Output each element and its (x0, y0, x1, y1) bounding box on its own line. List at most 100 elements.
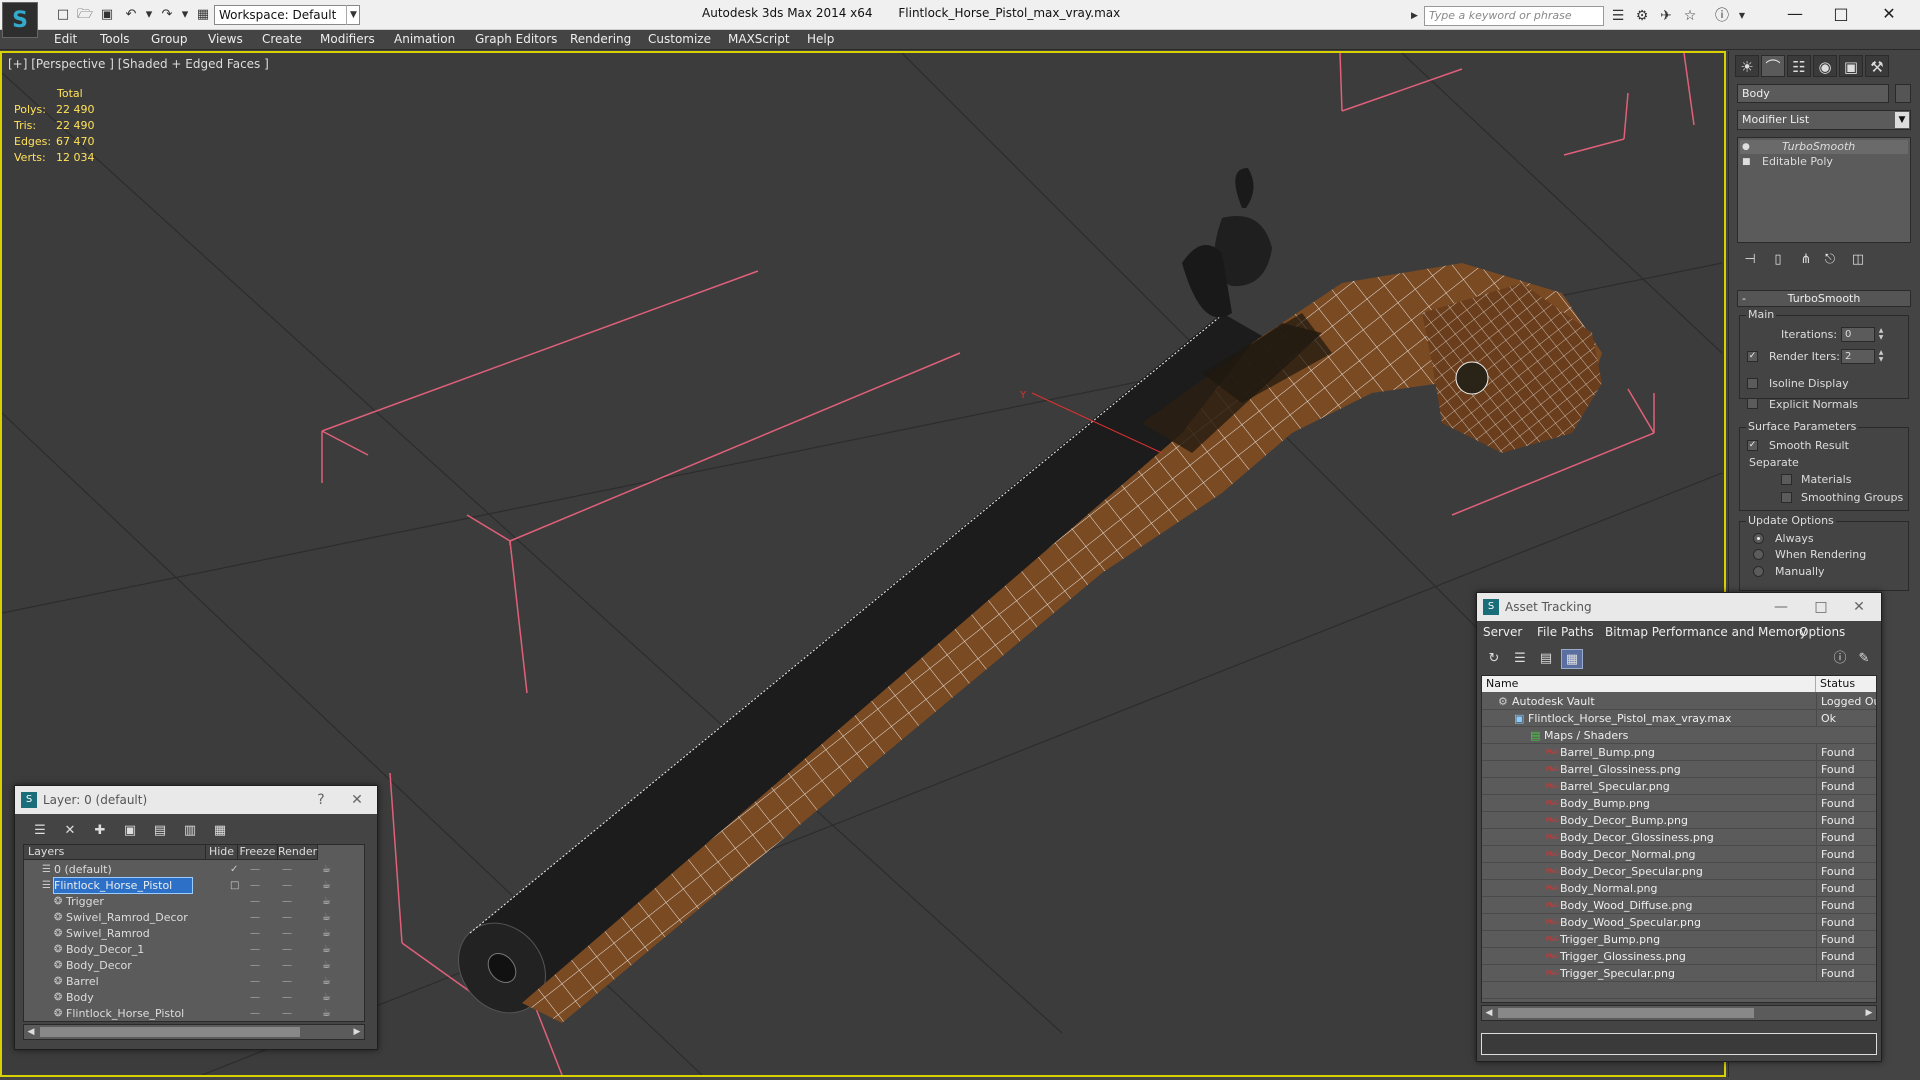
isoline-checkbox[interactable] (1747, 378, 1758, 389)
layer-row[interactable]: ❂ Body_Decor_1 — — ☕ (24, 942, 364, 958)
render-teapot-icon[interactable]: ☕ (322, 862, 331, 878)
minimize-button[interactable]: — (1763, 593, 1799, 621)
scroll-right-icon[interactable]: ▶ (1862, 1006, 1876, 1020)
spinner-arrows-icon[interactable]: ▲ ▼ (1877, 327, 1885, 342)
hide-toggle-icon[interactable]: — (250, 942, 260, 958)
render-teapot-icon[interactable]: ☕ (322, 974, 331, 990)
layer-name[interactable]: Trigger (66, 894, 108, 909)
help-icon[interactable]: ⓘ (1712, 6, 1732, 26)
menu-create[interactable]: Create (262, 32, 302, 46)
layer-row[interactable]: ☰ 0 (default) ✓ — — ☕ (24, 862, 364, 878)
scroll-thumb[interactable] (1498, 1008, 1754, 1018)
project-folder-icon[interactable]: ▦ (194, 6, 212, 24)
redo-dropdown-icon[interactable]: ▾ (176, 6, 194, 24)
scroll-right-icon[interactable]: ▶ (350, 1025, 364, 1039)
layer-row[interactable]: ❂ Barrel — — ☕ (24, 974, 364, 990)
asset-menu-bitmap[interactable]: Bitmap Performance and Memory (1605, 625, 1807, 639)
undo-dropdown-icon[interactable]: ▾ (140, 6, 158, 24)
pin-stack-icon[interactable]: ⊣ (1739, 251, 1761, 269)
layer-row[interactable]: ☰ Flintlock_Horse_Pistol □ — — ☕ (24, 877, 364, 894)
render-teapot-icon[interactable]: ☕ (322, 1006, 331, 1021)
stack-item-turbosmooth[interactable]: ● TurboSmooth (1740, 140, 1908, 154)
freeze-toggle-icon[interactable]: — (282, 910, 292, 926)
menu-graph-editors[interactable]: Graph Editors (475, 32, 557, 46)
always-radio[interactable] (1753, 533, 1764, 544)
table-view-icon[interactable]: ▦ (1561, 649, 1583, 669)
layer-name[interactable]: Barrel (66, 974, 103, 989)
layer-name[interactable]: Body_Decor_1 (66, 942, 148, 957)
expand-icon[interactable]: ■ (1742, 155, 1751, 169)
highlight-icon[interactable]: ✎ (1853, 649, 1875, 669)
select-objects-icon[interactable]: ▣ (119, 821, 141, 841)
hide-toggle-icon[interactable]: — (250, 910, 260, 926)
explicit-normals-checkbox[interactable] (1747, 398, 1758, 409)
highlight-layer-icon[interactable]: ▤ (149, 821, 171, 841)
asset-menu-paths[interactable]: Paths (1561, 625, 1594, 639)
render-teapot-icon[interactable]: ☕ (322, 990, 331, 1006)
manually-radio[interactable] (1753, 566, 1764, 577)
help-icon[interactable]: ⓘ (1829, 649, 1851, 669)
menu-maxscript[interactable]: MAXScript (728, 32, 790, 46)
modify-tab-icon[interactable]: ⌒ (1761, 55, 1785, 77)
save-file-icon[interactable]: ▣ (98, 6, 116, 24)
hide-all-layers-icon[interactable]: ▥ (179, 821, 201, 841)
render-teapot-icon[interactable]: ☕ (322, 878, 331, 894)
smoothing-groups-checkbox[interactable] (1781, 492, 1792, 503)
asset-row[interactable]: PNG Trigger_Bump.png Found (1482, 931, 1876, 948)
asset-row[interactable]: PNG Trigger_Glossiness.png Found (1482, 948, 1876, 965)
layer-row[interactable]: ❂ Flintlock_Horse_Pistol — — ☕ (24, 1006, 364, 1021)
maximize-button[interactable]: □ (1803, 593, 1839, 621)
menu-modifiers[interactable]: Modifiers (320, 32, 375, 46)
workspace-select[interactable]: Workspace: Default (214, 5, 360, 25)
scroll-left-icon[interactable]: ◀ (24, 1025, 38, 1039)
freeze-toggle-icon[interactable]: — (282, 990, 292, 1006)
layer-dialog-titlebar[interactable]: S Layer: 0 (default) ? ✕ (15, 786, 377, 814)
delete-layer-icon[interactable]: ✕ (59, 821, 81, 841)
asset-row[interactable]: PNG Body_Decor_Glossiness.png Found (1482, 829, 1876, 846)
menu-edit[interactable]: Edit (54, 32, 77, 46)
search-input[interactable]: Type a keyword or phrase (1424, 6, 1604, 26)
freeze-toggle-icon[interactable]: — (282, 958, 292, 974)
make-unique-icon[interactable]: ⋔ (1795, 251, 1817, 269)
asset-row[interactable]: PNG Body_Wood_Specular.png Found (1482, 914, 1876, 931)
minimize-button[interactable]: — (1772, 0, 1818, 30)
materials-checkbox[interactable] (1781, 474, 1792, 485)
asset-row[interactable]: ▤ Maps / Shaders (1482, 727, 1876, 744)
help-dropdown-icon[interactable]: ▼ (1732, 6, 1752, 26)
freeze-all-layers-icon[interactable]: ▦ (209, 821, 231, 841)
binoculars-icon[interactable]: ☰ (1608, 6, 1628, 26)
when-rendering-radio[interactable] (1753, 549, 1764, 560)
render-iters-spinner[interactable]: 2 (1841, 349, 1875, 364)
new-file-icon[interactable]: □ (54, 6, 72, 24)
render-iters-checkbox[interactable]: ✓ (1747, 351, 1758, 362)
configure-sets-icon[interactable]: ◫ (1847, 251, 1869, 269)
object-color-swatch[interactable] (1895, 84, 1911, 103)
column-header[interactable]: Freeze (238, 845, 278, 860)
menu-customize[interactable]: Customize (648, 32, 711, 46)
freeze-toggle-icon[interactable]: — (282, 878, 292, 894)
freeze-toggle-icon[interactable]: — (282, 1006, 292, 1021)
asset-menu-server[interactable]: Server (1483, 625, 1522, 639)
lightbulb-icon[interactable]: ● (1742, 140, 1750, 154)
display-tab-icon[interactable]: ▣ (1839, 55, 1863, 77)
menu-tools[interactable]: Tools (100, 32, 130, 46)
asset-row[interactable]: PNG Barrel_Specular.png Found (1482, 778, 1876, 795)
modifier-list-dropdown[interactable]: Modifier List ▼ (1737, 110, 1911, 130)
scroll-left-icon[interactable]: ◀ (1482, 1006, 1496, 1020)
menu-views[interactable]: Views (208, 32, 243, 46)
asset-row[interactable]: PNG Body_Decor_Specular.png Found (1482, 863, 1876, 880)
asset-row[interactable]: PNG Barrel_Glossiness.png Found (1482, 761, 1876, 778)
chevron-down-icon[interactable]: ▼ (346, 5, 360, 25)
hierarchy-tab-icon[interactable]: ☷ (1787, 55, 1811, 77)
app-logo-icon[interactable]: S (2, 2, 38, 38)
hide-toggle-icon[interactable]: — (250, 862, 260, 878)
asset-menu-file[interactable]: File (1537, 625, 1557, 639)
motion-tab-icon[interactable]: ◉ (1813, 55, 1837, 77)
remove-modifier-icon[interactable]: ⎋ (1819, 251, 1841, 269)
hide-toggle-icon[interactable]: — (250, 894, 260, 910)
asset-row[interactable]: PNG Body_Decor_Normal.png Found (1482, 846, 1876, 863)
horizontal-scrollbar[interactable]: ◀ ▶ (1481, 1005, 1877, 1021)
chevron-down-icon[interactable]: ▼ (1895, 112, 1909, 128)
layer-name[interactable]: 0 (default) (54, 862, 116, 877)
asset-row[interactable]: PNG Barrel_Bump.png Found (1482, 744, 1876, 761)
